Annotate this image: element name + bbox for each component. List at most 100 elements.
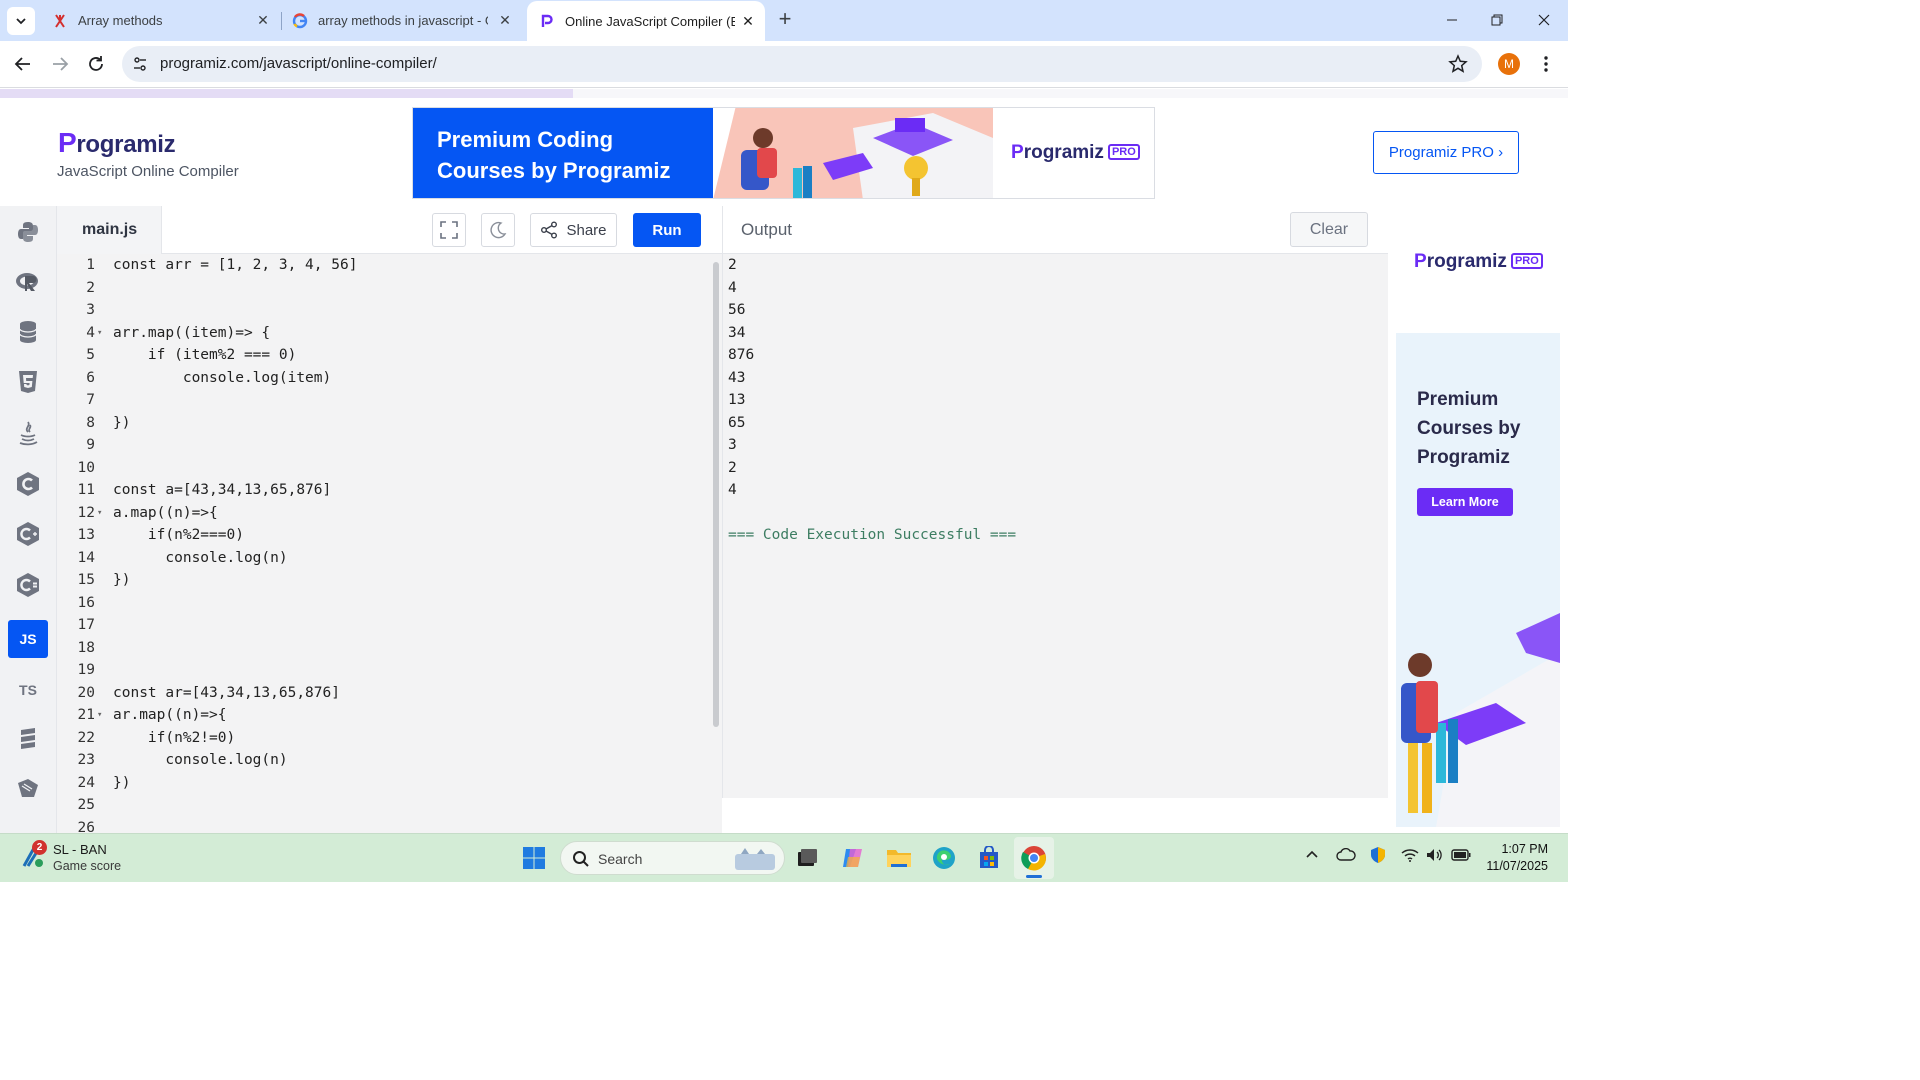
address-bar[interactable]: programiz.com/javascript/online-compiler…: [122, 46, 1482, 82]
editor-scrollbar[interactable]: [713, 262, 719, 727]
clock-date[interactable]: 11/07/2025: [1486, 859, 1548, 873]
restore-button[interactable]: [1487, 10, 1507, 30]
code-editor[interactable]: 1 const arr = [1, 2, 3, 4, 56] 2 3 4 ▾ arr.map…: [57, 254, 722, 833]
fold-toggle-icon[interactable]: ▾: [97, 322, 107, 345]
url-text[interactable]: programiz.com/javascript/online-compiler…: [160, 55, 437, 72]
file-explorer-button[interactable]: [886, 845, 912, 871]
tab-array-methods[interactable]: Array methods ✕: [40, 0, 280, 41]
chrome-button[interactable]: [1021, 845, 1047, 871]
code-line[interactable]: 25: [57, 794, 707, 817]
code-line[interactable]: 11 const a=[43,34,13,65,876]: [57, 479, 707, 502]
lang-java[interactable]: [8, 414, 48, 452]
start-button[interactable]: [521, 845, 547, 871]
code-text[interactable]: if(n%2===0): [113, 524, 244, 547]
code-line[interactable]: 23 console.log(n): [57, 749, 707, 772]
programiz-logo[interactable]: Programiz: [58, 127, 176, 159]
code-line[interactable]: 9: [57, 434, 707, 457]
code-line[interactable]: 26: [57, 817, 707, 834]
code-line[interactable]: 13 if(n%2===0): [57, 524, 707, 547]
volume-tray[interactable]: [1426, 848, 1444, 865]
code-line[interactable]: 1 const arr = [1, 2, 3, 4, 56]: [57, 254, 707, 277]
code-text[interactable]: console.log(item): [113, 367, 331, 390]
code-text[interactable]: const ar=[43,34,13,65,876]: [113, 682, 340, 705]
run-button[interactable]: Run: [633, 213, 701, 247]
code-line[interactable]: 20 const ar=[43,34,13,65,876]: [57, 682, 707, 705]
code-line[interactable]: 5 if (item%2 === 0): [57, 344, 707, 367]
code-text[interactable]: console.log(n): [113, 547, 287, 570]
lang-csharp[interactable]: [8, 566, 48, 604]
code-text[interactable]: console.log(n): [113, 749, 287, 772]
copilot-button[interactable]: [840, 845, 866, 871]
code-line[interactable]: 4 ▾ arr.map((item)=> {: [57, 322, 707, 345]
code-text[interactable]: arr.map((item)=> {: [113, 322, 270, 345]
code-text[interactable]: const arr = [1, 2, 3, 4, 56]: [113, 254, 357, 277]
clear-button[interactable]: Clear: [1290, 212, 1368, 247]
code-text[interactable]: const a=[43,34,13,65,876]: [113, 479, 331, 502]
code-line[interactable]: 24}): [57, 772, 707, 795]
close-tab-icon[interactable]: ✕: [741, 14, 755, 28]
edge-button[interactable]: [931, 845, 957, 871]
fullscreen-button[interactable]: [432, 213, 466, 247]
bookmark-star-icon[interactable]: [1448, 54, 1468, 79]
lang-javascript[interactable]: JS: [8, 620, 48, 658]
side-ad-banner[interactable]: Programiz PRO Premium Courses by Programi…: [1396, 213, 1560, 827]
battery-tray[interactable]: [1451, 848, 1471, 865]
code-line[interactable]: 17: [57, 614, 707, 637]
learn-more-button[interactable]: Learn More: [1417, 488, 1513, 516]
widget-title[interactable]: SL - BAN: [53, 842, 107, 857]
wifi-tray[interactable]: [1401, 848, 1419, 865]
share-button[interactable]: Share: [530, 213, 617, 247]
browser-menu-icon[interactable]: [1538, 54, 1554, 74]
code-line[interactable]: 3: [57, 299, 707, 322]
code-line[interactable]: 7: [57, 389, 707, 412]
lang-sql[interactable]: [8, 313, 48, 351]
code-line[interactable]: 10: [57, 457, 707, 480]
task-view-button[interactable]: [794, 845, 820, 871]
dark-mode-toggle[interactable]: [481, 213, 515, 247]
tab-google-search[interactable]: array methods in javascript - Go ✕: [282, 0, 522, 41]
minimize-button[interactable]: [1442, 10, 1462, 30]
security-tray[interactable]: [1369, 846, 1387, 867]
code-text[interactable]: }): [113, 772, 130, 795]
code-line[interactable]: 2: [57, 277, 707, 300]
code-line[interactable]: 14 console.log(n): [57, 547, 707, 570]
lang-r[interactable]: [8, 263, 48, 301]
code-line[interactable]: 18: [57, 637, 707, 660]
code-line[interactable]: 8}): [57, 412, 707, 435]
code-line[interactable]: 12 ▾ a.map((n)=>{: [57, 502, 707, 525]
lang-typescript[interactable]: TS: [8, 671, 48, 709]
lang-swift[interactable]: [8, 769, 48, 807]
close-window-button[interactable]: [1534, 10, 1554, 30]
lang-go[interactable]: [8, 719, 48, 757]
lang-python[interactable]: [8, 213, 48, 251]
reload-button[interactable]: [85, 53, 107, 75]
file-tab-main-js[interactable]: main.js: [57, 206, 162, 254]
code-text[interactable]: if(n%2!=0): [113, 727, 235, 750]
fold-toggle-icon[interactable]: ▾: [97, 704, 107, 727]
profile-avatar[interactable]: M: [1498, 53, 1520, 75]
onedrive-tray[interactable]: [1336, 847, 1356, 865]
code-line[interactable]: 22 if(n%2!=0): [57, 727, 707, 750]
lang-html[interactable]: [8, 363, 48, 401]
code-line[interactable]: 21 ▾ ar.map((n)=>{: [57, 704, 707, 727]
code-text[interactable]: }): [113, 412, 130, 435]
code-text[interactable]: ar.map((n)=>{: [113, 704, 227, 727]
code-line[interactable]: 15}): [57, 569, 707, 592]
clock-time[interactable]: 1:07 PM: [1501, 842, 1548, 856]
code-text[interactable]: a.map((n)=>{: [113, 502, 218, 525]
store-button[interactable]: [976, 845, 1002, 871]
tab-search-dropdown[interactable]: [7, 7, 35, 35]
new-tab-button[interactable]: +: [774, 8, 796, 31]
back-button[interactable]: [12, 53, 34, 75]
lang-c[interactable]: [8, 465, 48, 503]
site-info-icon[interactable]: [132, 56, 148, 77]
forward-button[interactable]: [49, 53, 71, 75]
tab-online-compiler[interactable]: Online JavaScript Compiler (Edi ✕: [527, 1, 765, 41]
close-tab-icon[interactable]: ✕: [498, 13, 512, 27]
code-text[interactable]: if (item%2 === 0): [113, 344, 296, 367]
lang-cpp[interactable]: [8, 515, 48, 553]
fold-toggle-icon[interactable]: ▾: [97, 502, 107, 525]
show-hidden-icons-button[interactable]: [1305, 848, 1319, 865]
top-ad-banner[interactable]: Premium Coding Courses by Programiz Prog…: [412, 107, 1155, 199]
taskbar-search[interactable]: Search: [560, 841, 785, 875]
